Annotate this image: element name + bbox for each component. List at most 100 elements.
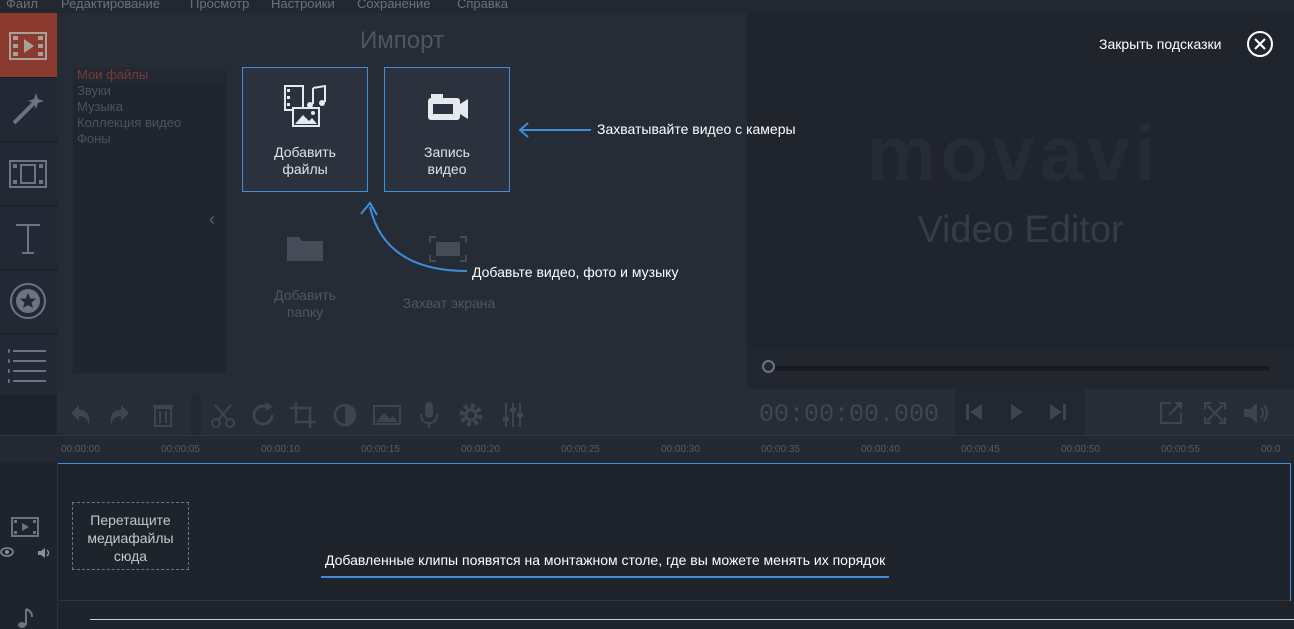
music-note-icon — [18, 608, 33, 628]
trash-icon[interactable] — [145, 397, 181, 433]
sidebar-tab-effects[interactable] — [0, 77, 57, 142]
video-track[interactable] — [58, 463, 1291, 601]
folder-icon — [287, 237, 323, 261]
tick-label: 00:00:50 — [1061, 444, 1100, 455]
category-video-collection[interactable]: Коллекция видео — [73, 115, 226, 131]
star-badge-icon — [10, 283, 46, 319]
add-folder-label: Добавить папку — [274, 287, 336, 320]
fullscreen-icon[interactable] — [1201, 399, 1229, 427]
tick-label: 00:00:45 — [961, 444, 1000, 455]
screen-capture-label: Захват экрана — [402, 295, 496, 311]
menu-bar: Файл Редактирование Просмотр Настройки С… — [0, 0, 1294, 13]
add-files-button[interactable]: Добавить файлы — [242, 67, 368, 192]
hint-add-media: Добавьте видео, фото и музыку — [472, 264, 679, 280]
undo-icon[interactable] — [61, 397, 97, 433]
seek-bar[interactable] — [747, 349, 1294, 389]
hint-camera: Захватывайте видео с камеры — [597, 121, 796, 137]
curved-arrow-icon — [360, 201, 468, 272]
close-hints-label[interactable]: Закрыть подсказки — [1099, 36, 1221, 52]
tick-label: 00:00:30 — [661, 444, 700, 455]
arrow-left-icon — [518, 122, 591, 138]
collapse-panel-icon[interactable]: ‹ — [209, 209, 215, 230]
tick-label: 00:00:00 — [61, 444, 100, 455]
export-frame-icon[interactable] — [1157, 399, 1185, 427]
preview-brand: Video Editor — [917, 209, 1124, 251]
category-list: Мои файлы Звуки Музыка Коллекция видео Ф… — [73, 67, 226, 373]
track-headers — [0, 463, 58, 629]
tick-label: 00:00:40 — [861, 444, 900, 455]
tick-label: 00:00:35 — [761, 444, 800, 455]
audio-track-line — [90, 619, 1294, 620]
list-icon — [8, 349, 46, 383]
preview-window: movavi Video Editor — [747, 13, 1294, 349]
menu-save[interactable]: Сохранение — [357, 0, 431, 10]
sidebar — [0, 13, 57, 395]
record-video-button[interactable]: Запись видео — [384, 67, 510, 192]
category-backgrounds[interactable]: Фоны — [73, 131, 226, 147]
transition-icon — [9, 160, 47, 188]
sidebar-tab-transitions[interactable] — [0, 141, 57, 206]
text-icon — [16, 224, 40, 254]
close-icon — [1254, 38, 1266, 50]
image-icon[interactable] — [369, 397, 405, 433]
toolbar-separator — [191, 395, 201, 435]
menu-help[interactable]: Справка — [457, 0, 508, 10]
menu-edit[interactable]: Редактирование — [61, 0, 160, 10]
add-folder-button[interactable]: Добавить папку — [242, 215, 368, 340]
next-icon[interactable] — [1045, 399, 1071, 425]
tick-label: 00:00:10 — [261, 444, 300, 455]
crop-icon[interactable] — [285, 397, 321, 433]
timecode: 00:00:00.000 — [759, 400, 940, 429]
gear-icon[interactable] — [453, 397, 489, 433]
color-adjust-icon[interactable] — [327, 397, 363, 433]
rotate-icon[interactable] — [245, 397, 281, 433]
add-files-label: Добавить файлы — [274, 144, 336, 177]
timeline-tracks — [0, 463, 1294, 629]
movavi-logo: movavi — [867, 109, 1160, 197]
tick-label: 00:00:55 — [1161, 444, 1200, 455]
seek-handle[interactable] — [762, 360, 775, 373]
record-video-label: Запись видео — [424, 144, 470, 177]
media-files-icon — [284, 84, 326, 127]
category-music[interactable]: Музыка — [73, 99, 226, 115]
equalizer-icon[interactable] — [495, 397, 531, 433]
tick-label: 00:0 — [1261, 444, 1281, 455]
close-hints-button[interactable] — [1247, 31, 1273, 57]
track-divider — [58, 600, 1290, 601]
category-my-files[interactable]: Мои файлы — [73, 67, 226, 83]
play-icon[interactable] — [1003, 399, 1029, 425]
import-title: Импорт — [360, 27, 444, 54]
seek-track — [769, 366, 1269, 371]
volume-icon[interactable] — [1241, 399, 1271, 427]
scissors-icon[interactable] — [205, 397, 241, 433]
timeline-ruler[interactable]: 00:00:00 00:00:05 00:00:10 00:00:15 00:0… — [0, 435, 1294, 464]
drop-zone-line3: сюда — [113, 548, 148, 564]
sidebar-tab-list[interactable] — [0, 333, 57, 397]
video-track-icon — [11, 517, 39, 537]
player-controls: 00:00:00.000 — [747, 389, 1294, 435]
previous-icon[interactable] — [961, 399, 987, 425]
tick-label: 00:00:15 — [361, 444, 400, 455]
drop-zone-line1: Перетащите — [90, 512, 171, 528]
drop-zone-line2: медиафайлы — [87, 530, 174, 546]
microphone-icon[interactable] — [411, 397, 447, 433]
menu-view[interactable]: Просмотр — [190, 0, 249, 10]
drop-zone[interactable]: Перетащите медиафайлы сюда — [72, 502, 189, 570]
tick-label: 00:00:05 — [161, 444, 200, 455]
track-volume-icon[interactable] — [37, 547, 53, 559]
edit-toolbar — [57, 395, 747, 435]
sidebar-tab-stickers[interactable] — [0, 269, 57, 334]
film-play-icon — [9, 32, 47, 60]
hint-timeline: Добавленные клипы появятся на монтажном … — [321, 552, 890, 578]
sidebar-tab-titles[interactable] — [0, 205, 57, 270]
menu-settings[interactable]: Настройки — [271, 0, 335, 10]
menu-file[interactable]: Файл — [6, 0, 38, 10]
camera-icon — [428, 94, 468, 120]
magic-wand-icon — [12, 93, 44, 125]
eye-icon[interactable] — [0, 547, 14, 557]
tick-label: 00:00:25 — [561, 444, 600, 455]
tick-label: 00:00:20 — [461, 444, 500, 455]
sidebar-tab-import[interactable] — [0, 13, 57, 78]
category-sounds[interactable]: Звуки — [73, 83, 226, 99]
redo-icon[interactable] — [103, 397, 139, 433]
